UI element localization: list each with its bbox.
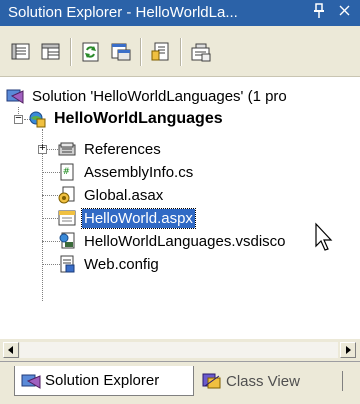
item-label: AssemblyInfo.cs xyxy=(84,163,194,181)
tree-item-helloworld-aspx[interactable]: HelloWorld.aspx xyxy=(58,207,196,229)
web-form-icon xyxy=(58,209,76,227)
copy-project-icon[interactable] xyxy=(190,41,212,63)
view-code-icon[interactable] xyxy=(150,41,172,63)
item-label: HelloWorld.aspx xyxy=(81,207,196,229)
solution-tree[interactable]: − + Solution 'HelloWorldLanguages' (1 pr… xyxy=(0,77,360,339)
refresh-icon[interactable] xyxy=(80,41,102,63)
solution-node[interactable]: Solution 'HelloWorldLanguages' (1 pro xyxy=(6,85,289,107)
solution-label: Solution 'HelloWorldLanguages' (1 pro xyxy=(32,87,287,105)
toolbar-separator xyxy=(140,38,142,66)
tree-item-references[interactable]: References xyxy=(58,138,163,160)
title-bar: Solution Explorer - HelloWorldLa... xyxy=(0,0,360,26)
show-all-files-icon[interactable] xyxy=(40,41,62,63)
window-title: Solution Explorer - HelloWorldLa... xyxy=(8,4,238,21)
project-label: HelloWorldLanguages xyxy=(54,110,223,127)
solution-explorer-icon xyxy=(21,372,41,390)
class-view-icon xyxy=(202,372,222,390)
tab-label: Class View xyxy=(226,372,300,390)
scroll-right-button[interactable] xyxy=(340,342,356,358)
tree-item-vsdisco[interactable]: HelloWorldLanguages.vsdisco xyxy=(58,230,288,252)
toolbar-separator xyxy=(180,38,182,66)
panel-tabs: Solution Explorer Class View xyxy=(0,361,360,404)
project-node[interactable]: HelloWorldLanguages xyxy=(28,108,225,130)
pin-icon[interactable] xyxy=(312,3,326,23)
item-label: HelloWorldLanguages.vsdisco xyxy=(84,232,286,250)
properties-icon[interactable] xyxy=(10,41,32,63)
toolbar-separator xyxy=(70,38,72,66)
mouse-cursor-icon xyxy=(314,222,336,252)
tab-class-view[interactable]: Class View xyxy=(196,366,346,396)
close-icon[interactable] xyxy=(338,2,352,23)
item-label: Web.config xyxy=(84,255,159,273)
cs-file-icon: # xyxy=(58,163,76,181)
expand-references-toggle[interactable]: + xyxy=(38,142,47,154)
item-label: Global.asax xyxy=(84,186,164,204)
tab-solution-explorer[interactable]: Solution Explorer xyxy=(14,366,194,396)
tree-item-web-config[interactable]: Web.config xyxy=(58,253,161,275)
view-designer-icon[interactable] xyxy=(110,41,132,63)
item-label: References xyxy=(84,140,161,158)
horizontal-scrollbar[interactable] xyxy=(0,339,360,361)
scroll-track[interactable] xyxy=(20,342,338,358)
scroll-left-button[interactable] xyxy=(3,342,19,358)
solution-icon xyxy=(6,87,24,105)
vsdisco-file-icon xyxy=(58,232,76,250)
web-project-icon xyxy=(28,110,46,128)
tab-divider xyxy=(342,371,343,391)
tree-item-global-asax[interactable]: Global.asax xyxy=(58,184,165,206)
tree-item-assemblyinfo[interactable]: # AssemblyInfo.cs xyxy=(58,161,195,183)
toolbar xyxy=(0,26,360,77)
global-asax-icon xyxy=(58,186,76,204)
tab-label: Solution Explorer xyxy=(45,372,160,389)
collapse-project-toggle[interactable]: − xyxy=(14,112,23,124)
config-file-icon xyxy=(58,255,76,273)
svg-text:#: # xyxy=(63,167,71,177)
references-icon xyxy=(58,140,76,158)
